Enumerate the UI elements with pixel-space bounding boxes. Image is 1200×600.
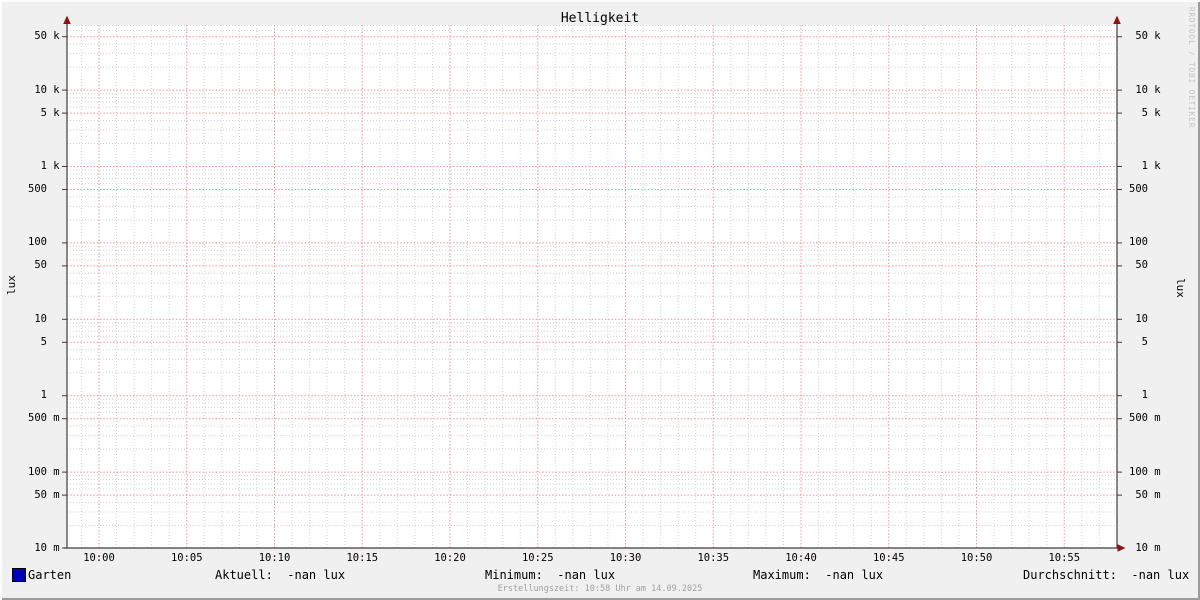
y-axis-tick-label-left: 10 k (28, 83, 60, 96)
y-axis-tick-label-left: 100 m (28, 465, 60, 478)
y-axis-tick-label-right: 100 m (1129, 465, 1161, 478)
x-axis-tick-label: 10:50 (960, 552, 993, 564)
x-axis-tick-label: 10:10 (258, 552, 291, 564)
legend-series-label: Garten (28, 568, 72, 582)
chart-title: Helligkeit (560, 11, 640, 26)
y-axis-tick-label-left: 5 (28, 335, 47, 348)
y-axis-tick-label-right: 50 (1129, 259, 1148, 272)
x-axis-tick-label: 10:55 (1048, 552, 1081, 564)
y-axis-tick-label-right: 1 (1129, 389, 1148, 402)
x-axis-tick-label: 10:30 (609, 552, 642, 564)
y-axis-tick-label-right: 1 k (1129, 160, 1161, 172)
rrdtool-watermark: RRDTOOL / TOBI OETIKER (1187, 7, 1196, 129)
y-axis-tick-label-right: 10 m (1129, 541, 1161, 554)
y-axis-tick-label-right: 50 m (1129, 488, 1161, 501)
legend-stat-minimum: Minimum: -nan lux (485, 568, 616, 582)
legend-stat-maximum: Maximum: -nan lux (753, 568, 884, 582)
y-axis-tick-label-left: 10 m (28, 541, 60, 554)
legend-stat-aktuell: Aktuell: -nan lux (215, 568, 346, 582)
y-axis-tick-label-left: 500 (28, 182, 47, 195)
y-axis-tick-label-left: 100 (28, 236, 47, 249)
x-axis-tick-label: 10:40 (785, 552, 817, 564)
x-axis-tick-label: 10:00 (83, 552, 115, 564)
y-axis-tick-label-left: 500 m (28, 412, 60, 425)
x-axis-tick-label: 10:15 (346, 552, 379, 564)
x-axis-tick-label: 10:20 (434, 552, 466, 564)
y-axis-tick-label-right: 10 (1129, 312, 1148, 325)
y-axis-tick-label-right: 500 (1129, 182, 1148, 195)
x-axis-tick-label: 10:05 (170, 552, 203, 564)
rrdtool-graph: Helligkeit RRDTOOL / TOBI OETIKER lux lu… (0, 0, 1200, 600)
plot-canvas (67, 25, 1117, 548)
y-axis-tick-label-left: 50 (28, 259, 47, 272)
x-axis-tick-label: 10:35 (697, 552, 730, 564)
y-axis-tick-label-right: 50 k (1129, 30, 1161, 43)
y-axis-tick-label-left: 50 m (28, 488, 60, 501)
x-axis-tick-label: 10:25 (521, 552, 554, 564)
y-axis-tick-label-right: 5 k (1129, 106, 1161, 119)
y-axis-tick-label-left: 10 (28, 312, 47, 325)
y-axis-unit-left: lux (5, 275, 18, 295)
y-axis-tick-label-left: 50 k (28, 30, 60, 43)
creation-timestamp: Erstellungszeit: 10:58 Uhr am 14.09.2025 (497, 584, 703, 594)
y-axis-tick-label-right: 5 (1129, 335, 1148, 348)
y-axis-tick-label-right: 100 (1129, 236, 1148, 249)
legend-color-swatch (12, 568, 26, 582)
x-axis-tick-label: 10:45 (872, 552, 905, 564)
y-axis-tick-label-left: 1 (28, 389, 47, 402)
y-axis-tick-label-left: 5 k (28, 106, 60, 119)
y-axis-unit-right: lux (1174, 278, 1187, 298)
legend-stat-durchschnitt: Durchschnitt: -nan lux (1023, 568, 1190, 582)
y-axis-tick-label-right: 10 k (1129, 83, 1161, 96)
y-axis-tick-label-left: 1 k (28, 160, 60, 172)
y-axis-tick-label-right: 500 m (1129, 412, 1161, 425)
